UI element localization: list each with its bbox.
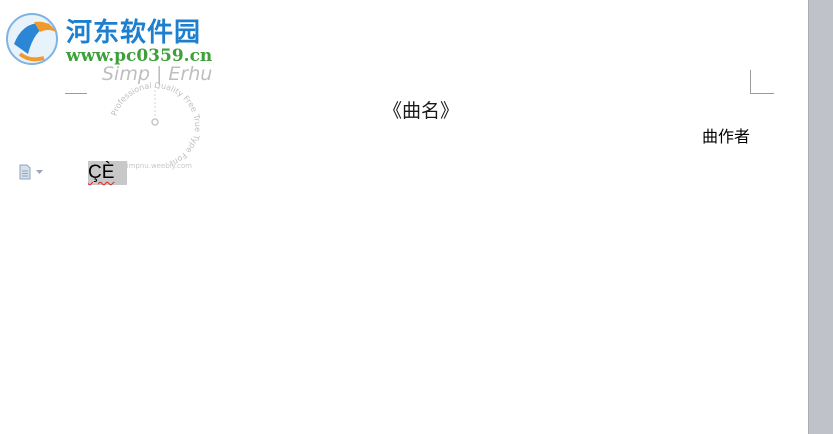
document-page[interactable]: 河东软件园 www.pc0359.cn Simp | Erhu Professi… [0, 0, 808, 434]
chevron-down-icon [36, 169, 43, 174]
document-composer[interactable]: 曲作者 [702, 123, 750, 147]
vertical-scrollbar[interactable] [808, 0, 833, 434]
selected-text-content: ÇÈ [88, 162, 115, 183]
paste-options-button[interactable] [18, 162, 50, 182]
stamp-watermark: Simp | Erhu Professional Quality Free Tr… [102, 63, 212, 170]
site-logo-icon [6, 13, 58, 65]
selected-text[interactable]: ÇÈ [88, 161, 128, 185]
document-title[interactable]: 《曲名》 [383, 96, 459, 123]
margin-mark-top-right-horizontal [750, 93, 774, 94]
clipboard-document-icon [19, 164, 31, 180]
site-name: 河东软件园 [66, 18, 202, 48]
margin-mark-top-left [65, 93, 87, 94]
margin-mark-top-right-vertical [750, 70, 751, 94]
stamp-bottom-text: simpnu.weebly.com [123, 162, 192, 170]
